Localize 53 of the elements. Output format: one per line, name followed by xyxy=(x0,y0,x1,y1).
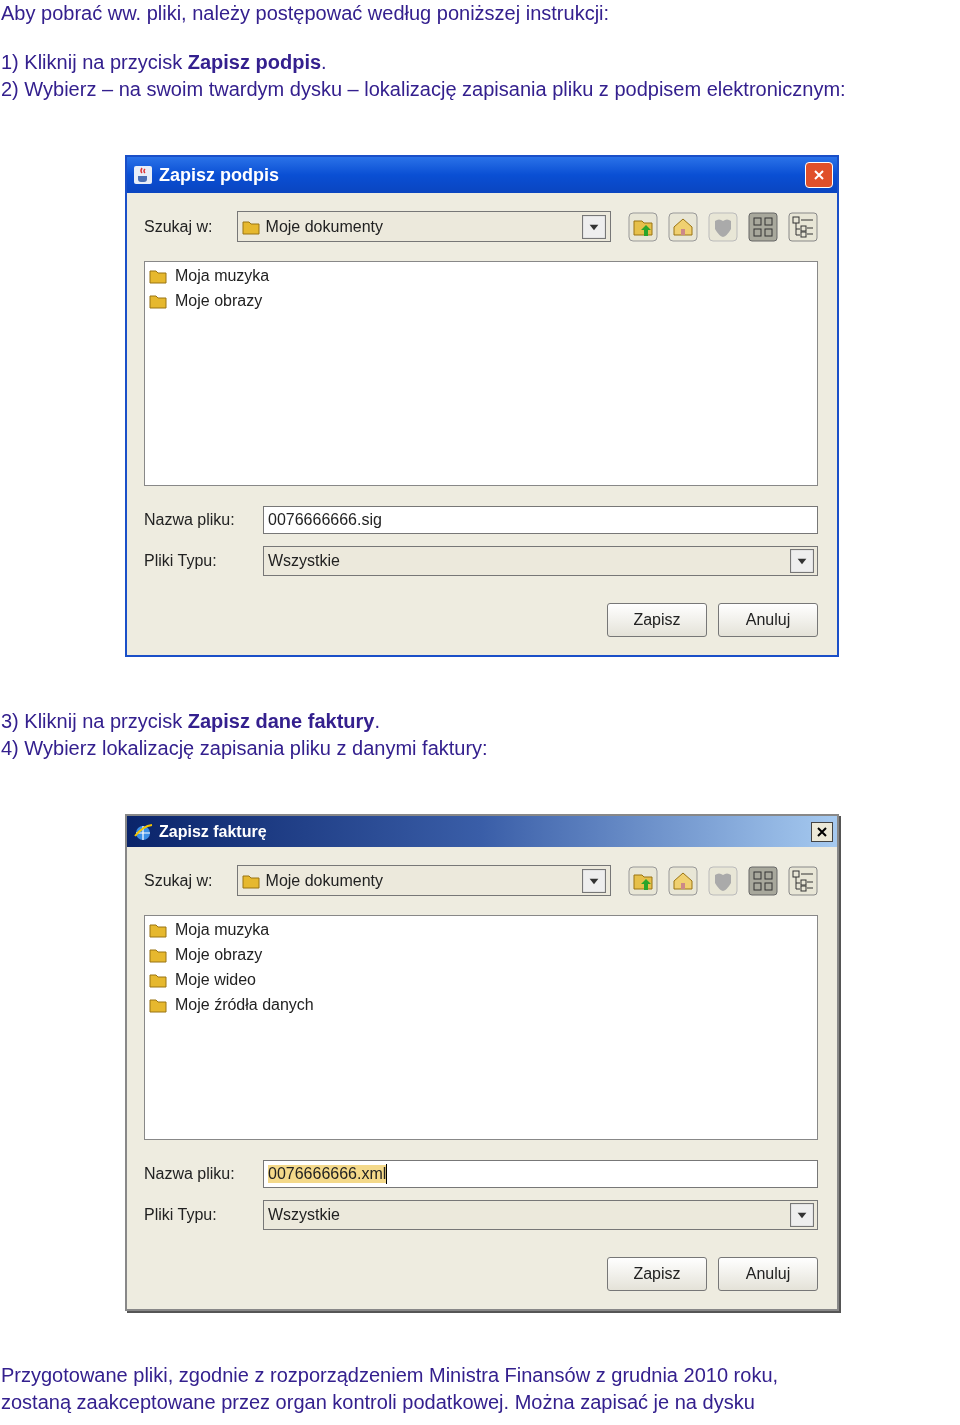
instruction-text: 1) Kliknij na przycisk Zapisz podpis. xyxy=(0,50,328,75)
close-button[interactable] xyxy=(811,821,833,842)
file-name-field[interactable]: 0076666666.sig xyxy=(263,506,818,534)
folder-icon xyxy=(149,971,167,988)
list-view-icon[interactable] xyxy=(748,211,778,242)
instruction-text: 3) Kliknij na przycisk Zapisz dane faktury. xyxy=(0,709,381,734)
file-type-dropdown[interactable]: Wszystkie xyxy=(263,546,818,576)
file-name-label: Nazwa pliku: xyxy=(144,1165,236,1183)
dialog-button[interactable]: Anuluj xyxy=(718,1257,818,1291)
text-cursor xyxy=(386,1164,388,1184)
file-name-field[interactable]: 0076666666.xml xyxy=(263,1160,818,1188)
look-in-label: Szukaj w: xyxy=(144,871,214,890)
file-name-label: Nazwa pliku: xyxy=(144,511,236,529)
file-type-label: Pliki Typu: xyxy=(144,552,218,570)
file-type-label: Pliki Typu: xyxy=(144,1206,218,1224)
home-icon[interactable] xyxy=(668,211,698,242)
look-in-dropdown[interactable]: Moje dokumenty xyxy=(236,865,611,896)
details-view-icon[interactable] xyxy=(788,865,818,896)
folder-item[interactable]: Moje źródła danych xyxy=(149,992,318,1017)
dialog-button[interactable]: Anuluj xyxy=(718,603,818,637)
details-view-icon[interactable] xyxy=(788,211,818,242)
globe-icon xyxy=(133,821,153,842)
home-icon[interactable] xyxy=(668,865,698,896)
folder-icon xyxy=(241,218,260,235)
folder-item[interactable]: Moja muzyka xyxy=(149,263,274,288)
coffee-cup-icon xyxy=(133,165,153,185)
dialog-button[interactable]: Zapisz xyxy=(607,1257,707,1291)
instruction-text: Aby pobrać ww. pliki, należy postępować według poniższej instrukcji: xyxy=(0,1,611,26)
folder-item[interactable]: Moje obrazy xyxy=(149,942,267,967)
folder-icon xyxy=(149,946,167,963)
folder-icon xyxy=(149,292,167,309)
dialog-button[interactable]: Zapisz xyxy=(607,603,707,637)
folder-item[interactable]: Moje obrazy xyxy=(149,288,267,313)
folder-item[interactable]: Moje wideo xyxy=(149,967,260,992)
instruction-text: Przygotowane pliki, zgodnie z rozporządzeniem Ministra Finansów z grudnia 2010 roku, xyxy=(0,1363,780,1388)
folder-icon xyxy=(149,267,167,284)
instruction-text: zostaną zaakceptowane przez organ kontroli podatkowej. Można zapisać je na dysku xyxy=(0,1390,756,1415)
folder-icon xyxy=(149,921,167,938)
window-title: Zapisz podpis xyxy=(159,164,280,186)
folder-up-icon[interactable] xyxy=(628,865,658,896)
window-title: Zapisz fakturę xyxy=(159,822,268,841)
file-type-dropdown[interactable]: Wszystkie xyxy=(263,1200,818,1230)
instruction-text: 4) Wybierz lokalizację zapisania pliku z danymi faktury: xyxy=(0,736,489,761)
folder-icon xyxy=(241,872,260,889)
folder-icon xyxy=(149,996,167,1013)
look-in-dropdown[interactable]: Moje dokumenty xyxy=(236,211,611,242)
list-view-icon[interactable] xyxy=(748,865,778,896)
instruction-text: 2) Wybierz – na swoim twardym dysku – lokalizację zapisania pliku z podpisem elektronicznym: xyxy=(0,77,847,102)
close-icon xyxy=(813,169,825,181)
folder-item[interactable]: Moja muzyka xyxy=(149,917,274,942)
folder-up-icon[interactable] xyxy=(628,211,658,242)
close-icon xyxy=(816,825,828,838)
look-in-label: Szukaj w: xyxy=(144,217,214,236)
